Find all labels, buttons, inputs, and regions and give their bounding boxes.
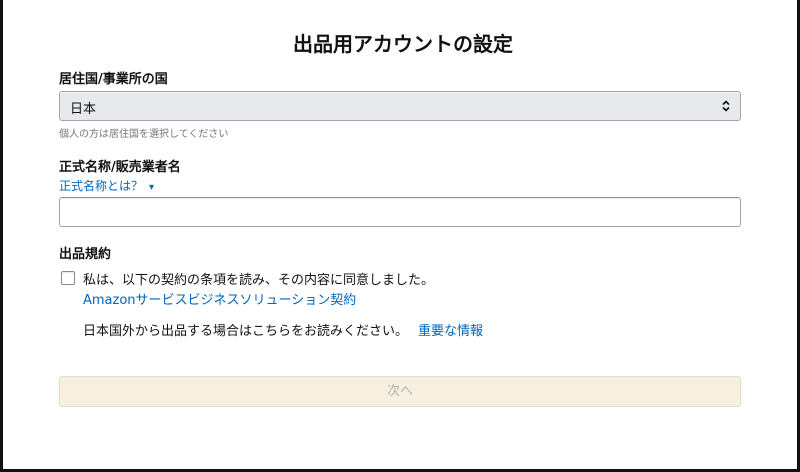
- agreement-link[interactable]: Amazonサービスビジネスソリューション契約: [83, 289, 356, 308]
- agree-text: 私は、以下の契約の条項を読み、その内容に同意しました。: [83, 273, 435, 288]
- up-down-chevron-icon: [722, 100, 730, 112]
- dialog-frame: 出品用アカウントの設定 居住国/事業所の国 日本 個人の方は居住国を選択してくだ…: [0, 0, 800, 472]
- country-select[interactable]: 日本: [59, 91, 741, 121]
- business-name-input[interactable]: [59, 197, 741, 227]
- country-label: 居住国/事業所の国: [59, 72, 168, 87]
- agree-checkbox[interactable]: [61, 271, 75, 285]
- important-info-link[interactable]: 重要な情報: [418, 324, 483, 339]
- outside-japan-note: 日本国外から出品する場合はこちらをお読みください。 重要な情報: [83, 320, 483, 339]
- outside-japan-text: 日本国外から出品する場合はこちらをお読みください。: [83, 324, 409, 339]
- next-button[interactable]: 次へ: [59, 376, 741, 407]
- business-name-label: 正式名称/販売業者名: [59, 160, 181, 175]
- business-name-help-link[interactable]: 正式名称とは？: [59, 179, 143, 193]
- terms-heading: 出品規約: [59, 247, 112, 262]
- page-title: 出品用アカウントの設定: [293, 32, 513, 56]
- country-hint: 個人の方は居住国を選択してください: [59, 129, 229, 140]
- business-name-help[interactable]: 正式名称とは？ ▾: [59, 177, 154, 194]
- country-select-value: 日本: [70, 102, 97, 117]
- caret-down-icon: ▾: [149, 182, 155, 193]
